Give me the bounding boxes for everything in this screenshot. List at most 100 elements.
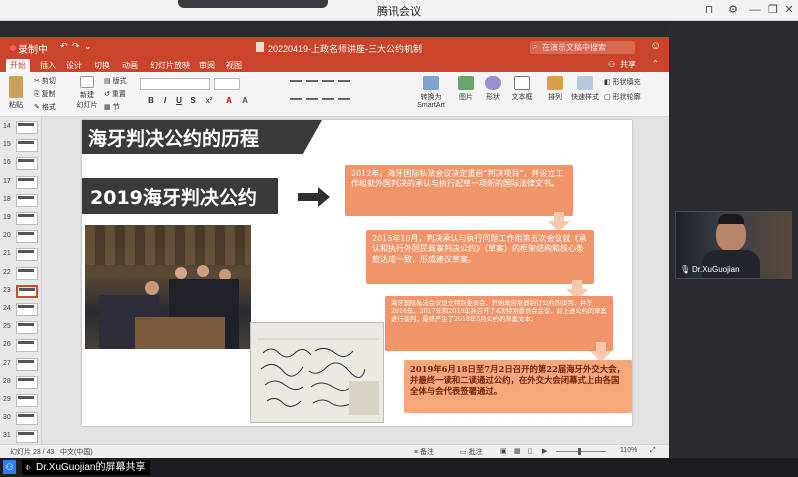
slide[interactable]: 海牙判决公约的历程 2019海牙判决公约 2012年，海牙国际私法会议决定重启“…	[82, 120, 632, 426]
settings-icon[interactable]: ⚙	[724, 2, 742, 18]
tab-review[interactable]: 审阅	[195, 59, 219, 72]
numbering-icon[interactable]	[306, 80, 318, 90]
comments-label: 批注	[468, 449, 483, 456]
shape-fill-button[interactable]: ◧ 形状填充	[604, 77, 641, 87]
copy-button[interactable]: ⎘ 复制	[34, 89, 56, 99]
align-center-icon[interactable]	[306, 98, 318, 108]
paste-button[interactable]: 粘贴	[5, 76, 27, 110]
reading-view-icon[interactable]: ▯	[528, 447, 532, 455]
font-color-button[interactable]: A	[224, 96, 234, 107]
slide-thumbnail[interactable]	[16, 248, 38, 262]
reset-button[interactable]: ↺ 重置	[104, 89, 126, 99]
zoom-slider-thumb[interactable]	[578, 448, 581, 455]
slide-thumbnail[interactable]	[16, 212, 38, 225]
arrange-icon	[547, 76, 563, 90]
smartart-button[interactable]: 转换为 SmartArt	[414, 76, 448, 109]
minimize-icon[interactable]: —	[746, 2, 764, 18]
section-button[interactable]: ▦ 节	[104, 102, 120, 112]
slide-thumbnail[interactable]	[16, 430, 38, 444]
language-status: 中文(中国)	[60, 449, 93, 456]
thumbnail-number: 17	[3, 177, 11, 185]
down-arrow-icon	[548, 212, 570, 232]
font-name-select[interactable]	[140, 78, 210, 90]
tab-home[interactable]: 开始	[6, 59, 30, 72]
textbox-button[interactable]: 文本框	[508, 76, 536, 102]
slideshow-view-icon[interactable]: ▶	[542, 447, 547, 455]
tab-transitions[interactable]: 切换	[90, 59, 114, 72]
slide-thumbnail-pane[interactable]: 14 15 16 17 18 19 20 21 22 23 24 25 26 27 28 29 30 31	[0, 117, 42, 444]
screen-share-label: ⌽ Dr.XuGuojian的屏幕共享	[22, 460, 151, 475]
format-painter-button[interactable]: ✎ 格式	[34, 102, 56, 112]
shape-outline-button[interactable]: ▢ 形状轮廓	[604, 92, 641, 102]
thumbnail-number: 31	[3, 432, 11, 440]
slide-thumbnail[interactable]	[16, 266, 38, 280]
new-slide-button[interactable]: 新建 幻灯片	[76, 76, 98, 110]
tab-design[interactable]: 设计	[62, 59, 86, 72]
underline-button[interactable]: U	[174, 96, 184, 107]
close-icon[interactable]: ✕	[780, 2, 798, 18]
mic-icon: ⌽	[25, 462, 31, 472]
slide-thumbnail[interactable]	[16, 321, 38, 335]
redo-icon[interactable]: ↷	[72, 41, 80, 52]
bold-button[interactable]: B	[146, 96, 156, 107]
slide-thumbnail[interactable]	[16, 394, 38, 407]
textbox-label: 文本框	[511, 94, 533, 101]
strikethrough-button[interactable]: S	[188, 96, 198, 107]
zoom-slider[interactable]	[556, 451, 606, 452]
sorter-view-icon[interactable]: ▦	[514, 447, 521, 455]
slide-thumbnail[interactable]	[16, 375, 38, 389]
slide-thumbnail[interactable]	[16, 121, 38, 134]
ribbon-tabs: 开始 插入 设计 切换 动画 幻灯片放映 审阅 视图 ⚇ 共享 ⌃	[0, 58, 669, 72]
italic-button[interactable]: I	[160, 96, 170, 107]
tab-view[interactable]: 视图	[222, 59, 246, 72]
paste-label: 粘贴	[9, 102, 23, 109]
align-left-icon[interactable]	[290, 98, 302, 108]
slide-thumbnail[interactable]	[16, 357, 38, 371]
tab-slideshow[interactable]: 幻灯片放映	[146, 59, 194, 72]
share-button[interactable]: 共享	[620, 59, 636, 70]
indent-icon[interactable]	[338, 80, 350, 90]
slide-thumbnail[interactable]	[16, 230, 38, 244]
right-arrow-icon	[298, 187, 330, 207]
outdent-icon[interactable]	[322, 80, 334, 90]
comments-button[interactable]: ▭ 批注	[460, 447, 483, 457]
textbox-icon	[514, 76, 530, 90]
align-right-icon[interactable]	[322, 98, 334, 108]
clear-format-button[interactable]: A	[240, 96, 250, 107]
slide-thumbnail[interactable]	[16, 175, 38, 189]
justify-icon[interactable]	[338, 98, 350, 108]
slide-thumbnail[interactable]	[16, 284, 38, 298]
shared-screen: 录制中 ↶ ↷ ⌄ 20220419-上政名师讲座-三大公约机制 在演示文稿中搜…	[0, 37, 669, 458]
font-size-select[interactable]	[214, 78, 240, 90]
cut-button[interactable]: ✂ 剪切	[34, 76, 56, 86]
undo-icon[interactable]: ↶	[60, 41, 68, 52]
arrange-button[interactable]: 排列	[544, 76, 566, 102]
quick-styles-button[interactable]: 快速样式	[570, 76, 600, 102]
tab-animations[interactable]: 动画	[118, 59, 142, 72]
bullets-icon[interactable]	[290, 80, 302, 90]
slide-thumbnail[interactable]	[16, 193, 38, 207]
fit-slide-icon[interactable]: ⤢	[650, 447, 656, 455]
layout-button[interactable]: ▤ 版式	[104, 76, 127, 86]
section-label: 节	[112, 104, 120, 111]
account-icon[interactable]: ☺	[650, 40, 661, 52]
slide-thumbnail[interactable]	[16, 339, 38, 353]
slide-thumbnail[interactable]	[16, 303, 38, 316]
customize-icon[interactable]: ⌄	[84, 41, 92, 52]
notes-button[interactable]: ≡ 备注	[414, 447, 434, 457]
superscript-button[interactable]: x²	[204, 96, 214, 107]
picture-button[interactable]: 图片	[455, 76, 477, 102]
normal-view-icon[interactable]: ▣	[500, 447, 507, 455]
slide-heading: 海牙判决公约的历程	[88, 128, 260, 150]
pin-icon[interactable]: ⊓	[700, 2, 718, 18]
slide-thumbnail[interactable]	[16, 412, 38, 426]
shape-button[interactable]: 形状	[482, 76, 504, 102]
zoom-level[interactable]: 110%	[620, 447, 637, 454]
tab-insert[interactable]: 插入	[36, 59, 60, 72]
user-icon[interactable]: ⚇	[3, 460, 16, 474]
collapse-ribbon-icon[interactable]: ⌃	[652, 59, 659, 68]
ppt-search-input[interactable]: 在演示文稿中搜索	[530, 41, 635, 54]
slide-thumbnail[interactable]	[16, 139, 38, 153]
cut-label: 剪切	[41, 78, 56, 85]
slide-thumbnail[interactable]	[16, 157, 38, 171]
